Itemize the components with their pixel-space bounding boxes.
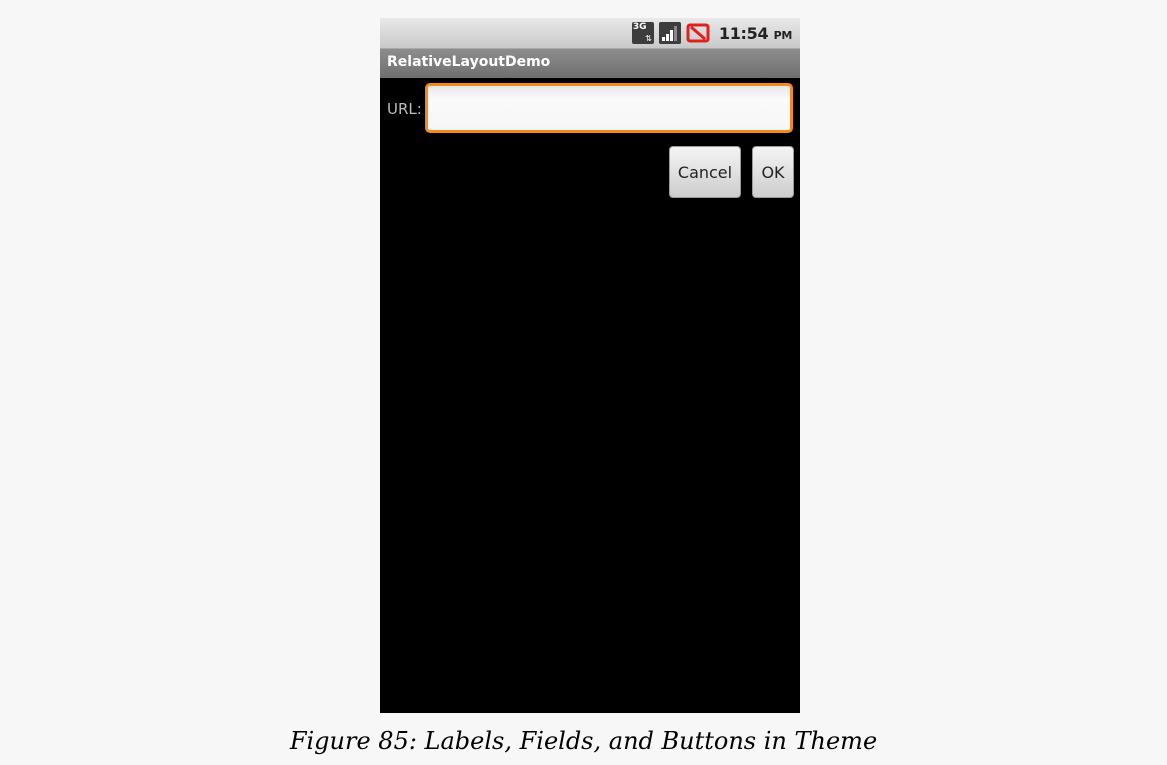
data-arrows-icon: ⇅	[645, 34, 652, 43]
clock-ampm: PM	[773, 28, 793, 42]
url-input[interactable]	[425, 83, 793, 133]
ok-button[interactable]: OK	[752, 146, 794, 198]
cancel-button[interactable]: Cancel	[669, 146, 741, 198]
status-icons: 3G ⇅ 11:54 PM	[631, 18, 792, 48]
app-title: RelativeLayoutDemo	[387, 54, 551, 70]
no-signal-icon	[686, 23, 710, 43]
url-label: URL:	[387, 100, 422, 118]
phone-screen: 3G ⇅ 11:54 PM RelativeLayoutDemo URL: Ca…	[380, 18, 800, 713]
status-bar: 3G ⇅ 11:54 PM	[380, 18, 800, 49]
clock-time: 11:54	[718, 23, 769, 43]
network-type-label: 3G	[632, 22, 647, 32]
figure-caption: Figure 85: Labels, Fields, and Buttons i…	[289, 727, 878, 755]
network-3g-icon: 3G ⇅	[631, 22, 654, 44]
app-title-bar: RelativeLayoutDemo	[380, 49, 800, 78]
signal-strength-icon	[658, 22, 681, 44]
clock: 11:54 PM	[719, 24, 792, 43]
